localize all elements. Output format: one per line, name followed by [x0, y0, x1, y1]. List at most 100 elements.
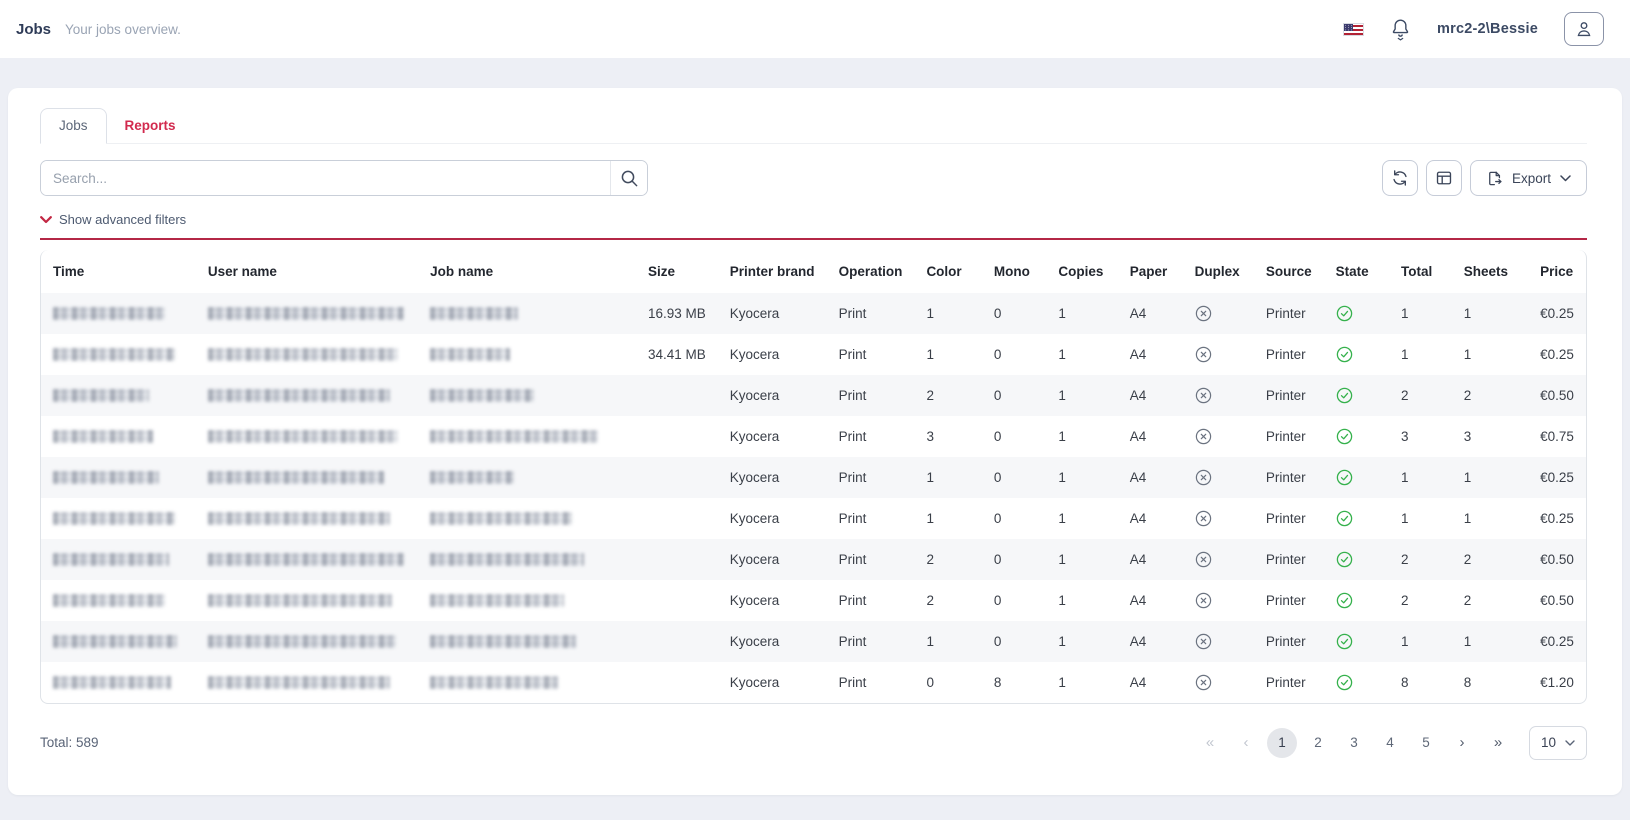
column-header-user-name: User name: [196, 250, 418, 293]
cell-paper: A4: [1118, 375, 1183, 416]
circle-cross-icon: [1195, 305, 1212, 322]
cell-sheets: 1: [1452, 334, 1528, 375]
redacted-time: [53, 635, 177, 648]
pagination: « ‹ 12345 › » 10: [1195, 726, 1587, 760]
cell-operation: Print: [827, 334, 915, 375]
redacted-time: [53, 430, 153, 443]
redacted-user-name: [208, 553, 404, 566]
cell-time: [40, 334, 196, 375]
pagination-next-button[interactable]: ›: [1447, 728, 1477, 758]
cell-color: 2: [914, 539, 981, 580]
circle-check-icon: [1336, 674, 1353, 691]
cell-job-name: [418, 375, 636, 416]
cell-operation: Print: [827, 293, 915, 334]
cell-copies: 1: [1046, 621, 1117, 662]
column-header-operation: Operation: [827, 250, 915, 293]
tab-jobs[interactable]: Jobs: [40, 108, 107, 144]
redacted-time: [53, 676, 171, 689]
cell-user-name: [196, 621, 418, 662]
toolbar: Export: [40, 160, 1587, 196]
bell-icon[interactable]: [1390, 17, 1411, 41]
cell-user-name: [196, 498, 418, 539]
cell-state: [1324, 498, 1389, 539]
circle-cross-icon: [1195, 592, 1212, 609]
column-header-time: Time: [40, 250, 196, 293]
pagination-page-3[interactable]: 3: [1339, 728, 1369, 758]
cell-printer-brand: Kyocera: [718, 621, 827, 662]
refresh-icon: [1391, 169, 1409, 187]
table-columns-icon: [1435, 169, 1453, 187]
cell-state: [1324, 662, 1389, 704]
user-account-button[interactable]: [1564, 12, 1604, 46]
page-size-select[interactable]: 10: [1529, 726, 1587, 760]
cell-color: 0: [914, 662, 981, 704]
cell-mono: 0: [982, 457, 1047, 498]
page-subtitle: Your jobs overview.: [65, 22, 181, 37]
cell-price: €0.25: [1528, 457, 1587, 498]
export-button[interactable]: Export: [1470, 160, 1587, 196]
pagination-first-button[interactable]: «: [1195, 728, 1225, 758]
cell-duplex: [1183, 580, 1254, 621]
cell-mono: 0: [982, 539, 1047, 580]
cell-state: [1324, 375, 1389, 416]
cell-sheets: 2: [1452, 539, 1528, 580]
us-flag-icon[interactable]: [1343, 23, 1364, 36]
cell-size: [636, 539, 718, 580]
circle-cross-icon: [1195, 551, 1212, 568]
cell-user-name: [196, 457, 418, 498]
cell-price: €0.50: [1528, 580, 1587, 621]
refresh-button[interactable]: [1382, 160, 1418, 196]
table-row: 16.93 MB Kyocera Print 1 0 1 A4 P: [40, 293, 1587, 334]
search-input[interactable]: [41, 161, 610, 195]
redacted-job-name: [430, 635, 576, 648]
chevron-down-icon: [1560, 175, 1571, 182]
cell-color: 3: [914, 416, 981, 457]
cell-color: 1: [914, 621, 981, 662]
cell-price: €0.25: [1528, 293, 1587, 334]
cell-duplex: [1183, 334, 1254, 375]
cell-operation: Print: [827, 580, 915, 621]
pagination-page-2[interactable]: 2: [1303, 728, 1333, 758]
column-header-paper: Paper: [1118, 250, 1183, 293]
cell-paper: A4: [1118, 539, 1183, 580]
redacted-user-name: [208, 512, 390, 525]
cell-duplex: [1183, 457, 1254, 498]
redacted-user-name: [208, 348, 398, 361]
total-count: Total: 589: [40, 735, 99, 750]
cell-copies: 1: [1046, 662, 1117, 704]
circle-cross-icon: [1195, 387, 1212, 404]
pagination-page-5[interactable]: 5: [1411, 728, 1441, 758]
cell-printer-brand: Kyocera: [718, 580, 827, 621]
cell-size: 34.41 MB: [636, 334, 718, 375]
column-header-job-name: Job name: [418, 250, 636, 293]
search-button[interactable]: [610, 161, 647, 195]
user-icon: [1575, 20, 1593, 38]
cell-size: [636, 621, 718, 662]
cell-color: 2: [914, 580, 981, 621]
cell-job-name: [418, 662, 636, 704]
cell-mono: 0: [982, 375, 1047, 416]
cell-printer-brand: Kyocera: [718, 334, 827, 375]
cell-job-name: [418, 498, 636, 539]
column-settings-button[interactable]: [1426, 160, 1462, 196]
cell-source: Printer: [1254, 662, 1324, 704]
cell-duplex: [1183, 539, 1254, 580]
pagination-last-button[interactable]: »: [1483, 728, 1513, 758]
cell-user-name: [196, 662, 418, 704]
cell-size: [636, 498, 718, 539]
pagination-page-1[interactable]: 1: [1267, 728, 1297, 758]
cell-mono: 8: [982, 662, 1047, 704]
cell-mono: 0: [982, 293, 1047, 334]
pagination-prev-button[interactable]: ‹: [1231, 728, 1261, 758]
show-advanced-filters-toggle[interactable]: Show advanced filters: [40, 212, 186, 227]
tab-reports[interactable]: Reports: [107, 109, 194, 143]
pagination-page-4[interactable]: 4: [1375, 728, 1405, 758]
redacted-job-name: [430, 471, 514, 484]
username: mrc2-2\Bessie: [1437, 21, 1538, 37]
circle-check-icon: [1336, 305, 1353, 322]
table-row: 34.41 MB Kyocera Print 1 0 1 A4 P: [40, 334, 1587, 375]
cell-printer-brand: Kyocera: [718, 662, 827, 704]
cell-operation: Print: [827, 498, 915, 539]
table-row: Kyocera Print 2 0 1 A4 Printer: [40, 375, 1587, 416]
redacted-time: [53, 307, 165, 320]
